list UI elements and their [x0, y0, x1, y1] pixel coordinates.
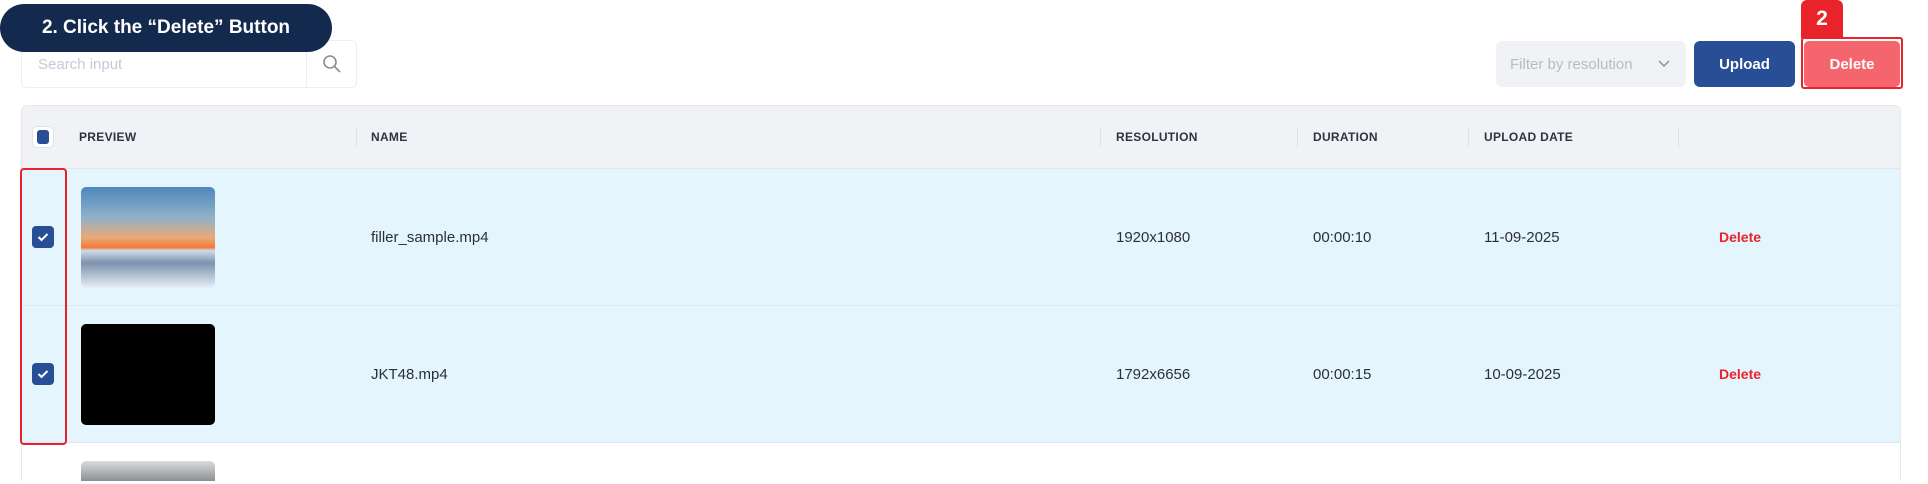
header-resolution: RESOLUTION — [1116, 130, 1198, 144]
header-name: NAME — [371, 130, 408, 144]
search-icon — [322, 55, 341, 73]
videos-table: PREVIEW NAME RESOLUTION DURATION UPLOAD … — [21, 105, 1901, 481]
instruction-tooltip: 2. Click the “Delete” Button — [0, 4, 332, 52]
table-row: JKT48.mp4 1792x6656 00:00:15 10-09-2025 … — [22, 306, 1900, 443]
row-delete-link[interactable]: Delete — [1719, 169, 1761, 305]
video-name: JKT48.mp4 — [371, 365, 448, 383]
select-all-checkbox[interactable] — [32, 126, 54, 148]
highlight-box-checkboxes — [20, 168, 67, 445]
table-row: filler_sample.mp4 1920x1080 00:00:10 11-… — [22, 169, 1900, 306]
table-header: PREVIEW NAME RESOLUTION DURATION UPLOAD … — [22, 106, 1900, 169]
header-duration: DURATION — [1313, 130, 1378, 144]
table-row — [22, 443, 1900, 481]
upload-button[interactable]: Upload — [1694, 41, 1795, 87]
highlight-box-delete — [1801, 37, 1903, 89]
video-thumbnail[interactable] — [81, 323, 215, 425]
header-upload-date: UPLOAD DATE — [1484, 130, 1574, 144]
video-upload-date: 10-09-2025 — [1484, 365, 1561, 383]
resolution-filter-select[interactable]: Filter by resolution — [1496, 41, 1686, 87]
video-duration: 00:00:15 — [1313, 365, 1372, 383]
video-thumbnail[interactable] — [81, 186, 215, 288]
step-badge: 2 — [1801, 0, 1843, 38]
video-duration: 00:00:10 — [1313, 228, 1372, 246]
header-preview: PREVIEW — [79, 130, 137, 144]
video-thumbnail[interactable] — [81, 461, 215, 481]
video-name: filler_sample.mp4 — [371, 228, 489, 246]
filter-placeholder: Filter by resolution — [1510, 55, 1633, 73]
video-resolution: 1920x1080 — [1116, 228, 1191, 246]
video-resolution: 1792x6656 — [1116, 365, 1191, 383]
chevron-down-icon — [1658, 60, 1670, 67]
video-upload-date: 11-09-2025 — [1484, 228, 1560, 246]
row-delete-link[interactable]: Delete — [1719, 306, 1761, 442]
